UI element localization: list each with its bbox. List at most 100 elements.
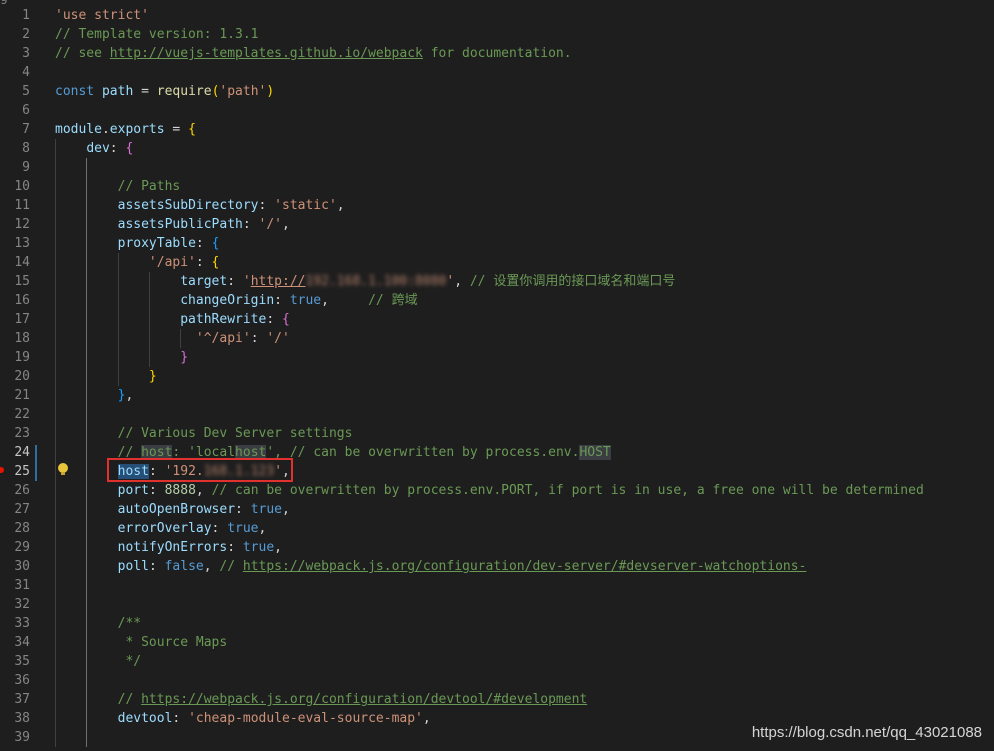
code-line-22[interactable]: 22 — [0, 405, 994, 424]
code-line-35[interactable]: 35 */ — [0, 652, 994, 671]
line-number: 16 — [14, 293, 30, 308]
code-text[interactable]: // Template version: 1.3.1 — [55, 25, 259, 44]
code-token: target — [180, 274, 228, 289]
code-text[interactable]: autoOpenBrowser: true, — [55, 500, 290, 519]
code-line-14[interactable]: 14 '/api': { — [0, 253, 994, 272]
code-text[interactable]: module.exports = { — [55, 120, 196, 139]
code-line-6[interactable]: 6 — [0, 101, 994, 120]
code-token: : — [274, 293, 290, 308]
code-text[interactable]: notifyOnErrors: true, — [55, 538, 282, 557]
code-token: * Source Maps — [117, 635, 228, 650]
code-token: 'use strict' — [55, 8, 149, 23]
annotation-highlight-box — [107, 458, 293, 482]
code-line-23[interactable]: 23 // Various Dev Server settings — [0, 424, 994, 443]
code-line-4[interactable]: 4 — [0, 63, 994, 82]
code-text[interactable]: // https://webpack.js.org/configuration/… — [55, 690, 588, 709]
code-token: : — [227, 274, 243, 289]
line-number: 35 — [14, 654, 30, 669]
line-number: 6 — [22, 103, 30, 118]
code-line-36[interactable]: 36 — [0, 671, 994, 690]
code-text[interactable]: /** — [55, 614, 141, 633]
code-text[interactable]: changeOrigin: true, // 跨域 — [55, 291, 417, 310]
code-token: = — [133, 84, 157, 99]
code-line-34[interactable]: 34 * Source Maps — [0, 633, 994, 652]
code-text[interactable]: // Paths — [55, 177, 181, 196]
line-number: 13 — [14, 236, 30, 251]
code-line-8[interactable]: 8 dev: { — [0, 139, 994, 158]
code-line-21[interactable]: 21 }, — [0, 386, 994, 405]
code-line-11[interactable]: 11 assetsSubDirectory: 'static', — [0, 196, 994, 215]
code-editor[interactable]: g 1'use strict'2// Template version: 1.3… — [0, 0, 994, 751]
code-line-27[interactable]: 27 autoOpenBrowser: true, — [0, 500, 994, 519]
code-text[interactable]: '/api': { — [55, 253, 219, 272]
code-token: , — [422, 711, 431, 726]
line-number: 2 — [22, 27, 30, 42]
code-line-29[interactable]: 29 notifyOnErrors: true, — [0, 538, 994, 557]
code-token: autoOpenBrowser — [117, 502, 236, 517]
indent-guide — [86, 158, 87, 747]
code-line-28[interactable]: 28 errorOverlay: true, — [0, 519, 994, 538]
code-line-32[interactable]: 32 — [0, 595, 994, 614]
code-token: , — [195, 483, 212, 498]
code-line-5[interactable]: 5 const path = require('path') — [0, 82, 994, 101]
code-line-20[interactable]: 20 } — [0, 367, 994, 386]
code-line-12[interactable]: 12 assetsPublicPath: '/', — [0, 215, 994, 234]
code-token: // can be overwritten by process.env.POR… — [211, 483, 924, 498]
code-line-2[interactable]: 2 // Template version: 1.3.1 — [0, 25, 994, 44]
code-text[interactable]: */ — [55, 652, 141, 671]
code-line-13[interactable]: 13 proxyTable: { — [0, 234, 994, 253]
code-token: : — [266, 312, 282, 327]
code-token: '^/api' — [195, 331, 251, 346]
code-line-10[interactable]: 10 // Paths — [0, 177, 994, 196]
line-number: 1 — [22, 8, 30, 23]
code-token: : — [235, 502, 251, 517]
code-line-37[interactable]: 37 // https://webpack.js.org/configurati… — [0, 690, 994, 709]
code-line-31[interactable]: 31 — [0, 576, 994, 595]
code-text[interactable]: } — [55, 367, 157, 386]
code-token: , — [203, 559, 220, 574]
code-text[interactable]: * Source Maps — [55, 633, 227, 652]
code-line-33[interactable]: 33 /** — [0, 614, 994, 633]
code-line-3[interactable]: 3 // see http://vuejs-templates.github.io… — [0, 44, 994, 63]
code-token: assetsPublicPath — [117, 217, 243, 232]
code-token: { — [211, 255, 220, 270]
code-token: path — [101, 84, 134, 99]
line-number: 8 — [22, 141, 30, 156]
code-text[interactable]: port: 8888, // can be overwritten by pro… — [55, 481, 924, 500]
lightbulb-icon[interactable] — [58, 463, 68, 475]
line-number: 4 — [22, 65, 30, 80]
code-token: notifyOnErrors — [117, 540, 228, 555]
indent-guide — [118, 253, 119, 386]
code-token: // — [219, 559, 243, 574]
watermark: https://blog.csdn.net/qq_43021088 — [751, 724, 982, 741]
code-token: , — [454, 274, 470, 289]
code-text[interactable]: // Various Dev Server settings — [55, 424, 353, 443]
code-text[interactable]: pathRewrite: { — [55, 310, 290, 329]
code-text[interactable]: 'use strict' — [55, 6, 149, 25]
line-number: 28 — [14, 521, 30, 536]
code-text[interactable]: const path = require('path') — [55, 82, 274, 101]
code-line-9[interactable]: 9 — [0, 158, 994, 177]
code-text[interactable]: devtool: 'cheap-module-eval-source-map', — [55, 709, 431, 728]
code-token: . — [101, 122, 110, 137]
code-text[interactable]: '^/api': '/' — [55, 329, 290, 348]
code-token: 192.168.1.100:8080 — [305, 274, 447, 289]
code-text[interactable]: } — [55, 348, 188, 367]
code-text[interactable]: }, — [55, 386, 134, 405]
code-text[interactable]: assetsSubDirectory: 'static', — [55, 196, 345, 215]
code-text[interactable]: assetsPublicPath: '/', — [55, 215, 290, 234]
code-text[interactable]: // see http://vuejs-templates.github.io/… — [55, 44, 572, 63]
code-line-1[interactable]: 1 'use strict' — [0, 6, 994, 25]
code-token: : — [172, 711, 189, 726]
code-line-30[interactable]: 30 poll: false, // https://webpack.js.or… — [0, 557, 994, 576]
code-text[interactable]: dev: { — [55, 139, 133, 158]
code-line-7[interactable]: 7 module.exports = { — [0, 120, 994, 139]
code-token: , — [125, 388, 134, 403]
code-line-26[interactable]: 26 port: 8888, // can be overwritten by … — [0, 481, 994, 500]
code-token: http:// — [250, 274, 306, 289]
indent-guide — [180, 329, 181, 348]
code-token: devtool — [117, 711, 173, 726]
code-text[interactable]: poll: false, // https://webpack.js.org/c… — [55, 557, 807, 576]
code-token: , — [336, 198, 345, 213]
code-text[interactable]: proxyTable: { — [55, 234, 220, 253]
